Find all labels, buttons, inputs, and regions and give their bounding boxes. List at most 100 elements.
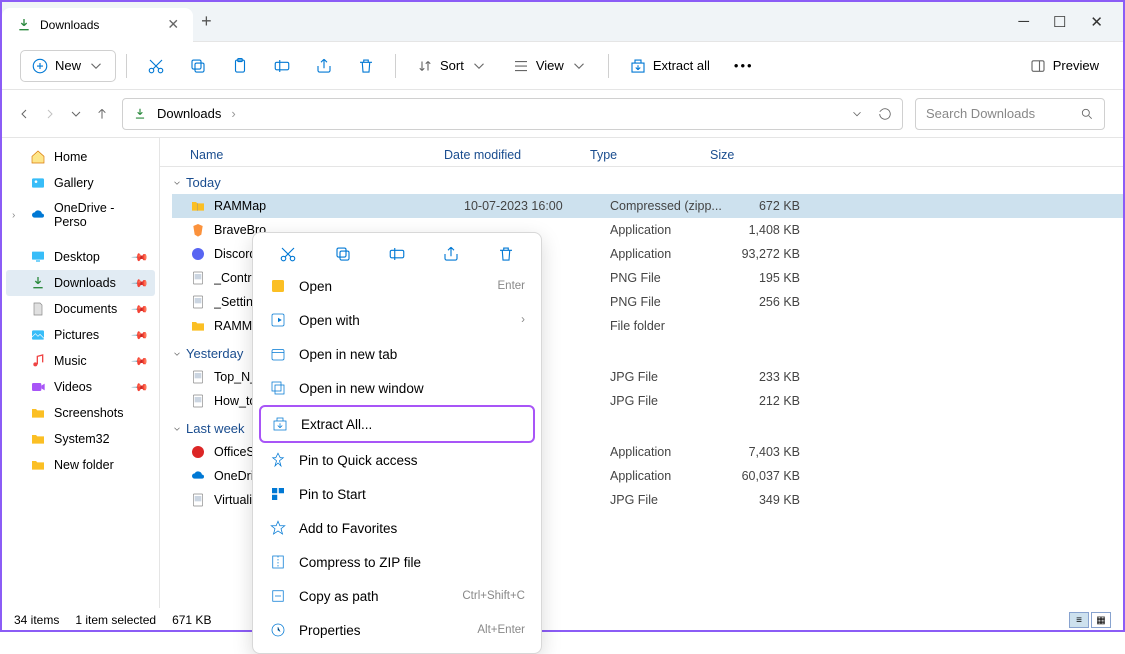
ctx-pin-to-start[interactable]: Pin to Start [259,477,535,511]
tiles-view-icon[interactable]: ▦ [1091,612,1111,628]
paste-button[interactable] [221,51,259,81]
star-icon [269,519,287,537]
pin-icon: 📌 [131,300,150,319]
breadcrumb-segment[interactable]: Downloads [157,106,221,121]
maximize-button[interactable]: ☐ [1053,13,1066,31]
desktop-icon [30,249,46,265]
ctx-open-with[interactable]: Open with› [259,303,535,337]
open-icon [269,277,287,295]
sidebar-item-home[interactable]: Home [6,144,155,170]
forward-button[interactable] [42,106,58,122]
newtab-icon [269,345,287,363]
pin-icon: 📌 [131,326,150,345]
file-row[interactable]: RAMMap10-07-2023 16:00Compressed (zipp..… [172,194,1123,218]
pin-icon: 📌 [131,378,150,397]
ctx-pin-to-quick-access[interactable]: Pin to Quick access [259,443,535,477]
brave-icon [190,222,206,238]
extract-icon [271,415,289,433]
sort-button[interactable]: Sort [406,51,498,81]
col-type[interactable]: Type [590,148,710,162]
trash-icon[interactable] [497,245,515,263]
list-icon [512,57,530,75]
minimize-button[interactable]: ─ [1018,13,1029,31]
group-header-today[interactable]: Today [172,167,1123,194]
share-button[interactable] [305,51,343,81]
col-size[interactable]: Size [710,148,780,162]
up-button[interactable] [94,106,110,122]
status-bar: 34 items 1 item selected 671 KB ≡ ▦ [14,612,1111,628]
copy-icon[interactable] [334,245,352,263]
png-icon [190,294,206,310]
sidebar-item-pictures[interactable]: Pictures📌 [6,322,155,348]
onedrive-icon [190,468,206,484]
ctx-copy-as-path[interactable]: Copy as pathCtrl+Shift+C [259,579,535,613]
column-headers[interactable]: Name Date modified Type Size [160,138,1123,167]
sidebar-item-videos[interactable]: Videos📌 [6,374,155,400]
ctx-add-to-favorites[interactable]: Add to Favorites [259,511,535,545]
search-input[interactable]: Search Downloads [915,98,1105,130]
chevron-down-icon [87,57,105,75]
folder-icon [30,457,46,473]
ctx-extract-all-[interactable]: Extract All... [259,405,535,443]
rename-button[interactable] [263,51,301,81]
ctx-open-in-new-tab[interactable]: Open in new tab [259,337,535,371]
zip-icon [190,198,206,214]
sidebar-item-documents[interactable]: Documents📌 [6,296,155,322]
cut-icon[interactable] [279,245,297,263]
pictures-icon [30,327,46,343]
download-icon [30,275,46,291]
ctx-properties[interactable]: PropertiesAlt+Enter [259,613,535,647]
context-menu: OpenEnterOpen with›Open in new tabOpen i… [252,232,542,654]
chevron-down-icon[interactable] [68,106,84,122]
sidebar-item-desktop[interactable]: Desktop📌 [6,244,155,270]
selection-count: 1 item selected [75,613,156,627]
sidebar-item-system32[interactable]: System32 [6,426,155,452]
office-icon [190,444,206,460]
pin-icon: 📌 [131,274,150,293]
new-button[interactable]: New [20,50,116,82]
gallery-icon [30,175,46,191]
refresh-icon[interactable] [878,107,892,121]
sidebar-item-downloads[interactable]: Downloads📌 [6,270,155,296]
close-button[interactable]: ✕ [1090,13,1103,31]
share-icon[interactable] [442,245,460,263]
search-icon [1080,107,1094,121]
main: HomeGallery›OneDrive - Perso Desktop📌Down… [2,138,1123,608]
view-button[interactable]: View [502,51,598,81]
sidebar-item-gallery[interactable]: Gallery [6,170,155,196]
png-icon [190,270,206,286]
cut-button[interactable] [137,51,175,81]
col-name[interactable]: Name [190,148,444,162]
sidebar[interactable]: HomeGallery›OneDrive - Perso Desktop📌Down… [2,138,160,608]
ctx-compress-to-zip-file[interactable]: Compress to ZIP file [259,545,535,579]
tab-close-icon[interactable]: ✕ [167,16,179,33]
folder-icon [30,431,46,447]
view-switcher[interactable]: ≡ ▦ [1069,612,1111,628]
rename-icon[interactable] [388,245,406,263]
ctx-open[interactable]: OpenEnter [259,269,535,303]
document-icon [30,301,46,317]
more-button[interactable]: ••• [724,52,764,79]
videos-icon [30,379,46,395]
window-controls: ─ ☐ ✕ [1018,13,1123,31]
copy-button[interactable] [179,51,217,81]
details-view-icon[interactable]: ≡ [1069,612,1089,628]
sidebar-item-screenshots[interactable]: Screenshots [6,400,155,426]
music-icon [30,353,46,369]
sidebar-item-onedrive---perso[interactable]: ›OneDrive - Perso [6,196,155,234]
paste-icon [231,57,249,75]
sidebar-item-music[interactable]: Music📌 [6,348,155,374]
trash-icon [357,57,375,75]
back-button[interactable] [16,106,32,122]
chevron-down-icon[interactable] [850,107,864,121]
extract-all-button[interactable]: Extract all [619,51,720,81]
delete-button[interactable] [347,51,385,81]
new-tab-button[interactable]: + [201,11,212,32]
ctx-open-in-new-window[interactable]: Open in new window [259,371,535,405]
preview-button[interactable]: Preview [1019,51,1105,81]
home-icon [30,149,46,165]
breadcrumb[interactable]: Downloads › [122,98,903,130]
col-date[interactable]: Date modified [444,148,590,162]
tab-downloads[interactable]: Downloads ✕ [2,8,193,42]
sidebar-item-new-folder[interactable]: New folder [6,452,155,478]
